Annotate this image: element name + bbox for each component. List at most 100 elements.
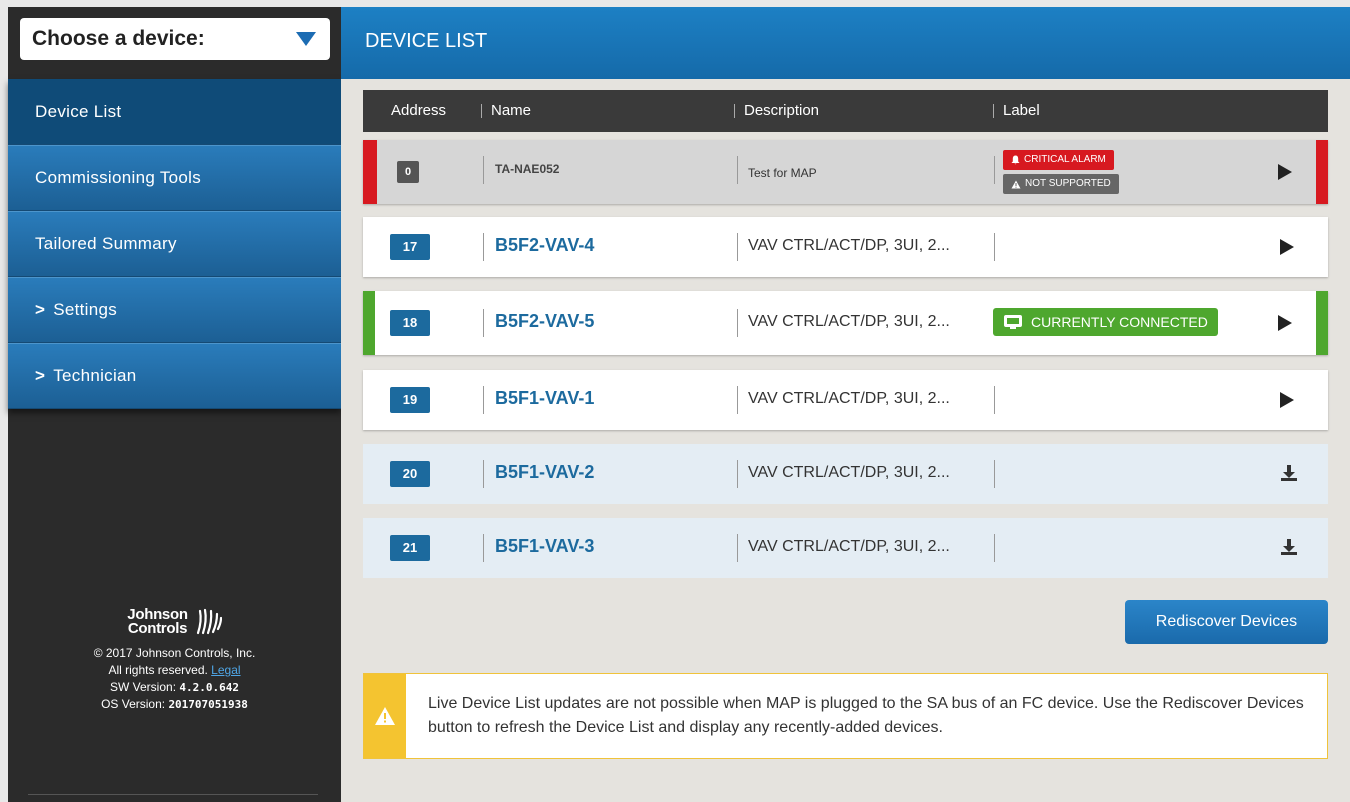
- sidebar-item-label: Settings: [53, 300, 118, 319]
- sidebar-item-label: Commissioning Tools: [35, 168, 202, 187]
- device-name[interactable]: B5F1-VAV-2: [495, 462, 594, 483]
- connected-edge: [1316, 291, 1328, 355]
- device-select[interactable]: Choose a device:: [20, 18, 330, 60]
- column-divider: [994, 386, 995, 414]
- legal-link[interactable]: Legal: [211, 663, 240, 677]
- sidebar-item-label: Technician: [53, 366, 137, 385]
- device-description: VAV CTRL/ACT/DP, 3UI, 2...: [748, 390, 950, 407]
- table-row[interactable]: 21 B5F1-VAV-3 VAV CTRL/ACT/DP, 3UI, 2...: [363, 518, 1328, 578]
- column-divider: [994, 156, 995, 184]
- device-description: Test for MAP: [748, 166, 817, 180]
- table-row[interactable]: 19 B5F1-VAV-1 VAV CTRL/ACT/DP, 3UI, 2...: [363, 370, 1328, 430]
- alarm-edge: [1316, 140, 1328, 204]
- sw-version-label: SW Version:: [110, 680, 177, 694]
- critical-alarm-label: CRITICAL ALARM: [1024, 154, 1106, 165]
- download-icon[interactable]: [1280, 464, 1298, 482]
- sidebar-item-device-list[interactable]: Device List: [8, 79, 341, 145]
- device-description: VAV CTRL/ACT/DP, 3UI, 2...: [748, 313, 950, 330]
- play-icon[interactable]: [1278, 164, 1292, 180]
- chevron-right-icon: >: [35, 300, 46, 319]
- column-divider: [737, 534, 738, 562]
- logo-text-line2: Controls: [127, 620, 188, 637]
- play-icon[interactable]: [1280, 239, 1294, 255]
- column-divider: [994, 534, 995, 562]
- company-logo: Johnson Controls: [127, 607, 222, 637]
- column-divider: [483, 534, 484, 562]
- table-header: Address Name Description Label: [363, 90, 1328, 132]
- table-row[interactable]: 17 B5F2-VAV-4 VAV CTRL/ACT/DP, 3UI, 2...: [363, 217, 1328, 277]
- currently-connected-badge: CURRENTLY CONNECTED: [993, 308, 1218, 336]
- play-icon[interactable]: [1278, 315, 1292, 331]
- column-divider: [994, 233, 995, 261]
- main-panel: DEVICE LIST Address Name Description Lab…: [341, 7, 1350, 802]
- column-header-name[interactable]: Name: [480, 102, 531, 119]
- os-version: OS Version: 201707051938: [8, 696, 341, 713]
- column-divider: [483, 233, 484, 261]
- footer-divider: [28, 794, 318, 795]
- column-divider: [737, 309, 738, 337]
- download-icon[interactable]: [1280, 538, 1298, 556]
- device-select-label: Choose a device:: [32, 27, 205, 50]
- device-description: VAV CTRL/ACT/DP, 3UI, 2...: [748, 538, 950, 555]
- critical-alarm-badge: CRITICAL ALARM: [1003, 150, 1114, 170]
- column-divider: [483, 460, 484, 488]
- sidebar-item-tailored-summary[interactable]: Tailored Summary: [8, 211, 341, 277]
- sidebar-item-commissioning-tools[interactable]: Commissioning Tools: [8, 145, 341, 211]
- bell-icon: [1011, 155, 1020, 165]
- os-version-label: OS Version:: [101, 697, 166, 711]
- column-divider: [483, 386, 484, 414]
- device-name[interactable]: B5F1-VAV-3: [495, 536, 594, 557]
- table-row[interactable]: 20 B5F1-VAV-2 VAV CTRL/ACT/DP, 3UI, 2...: [363, 444, 1328, 504]
- sidebar-nav: Device List Commissioning Tools Tailored…: [8, 79, 341, 409]
- rights-line: All rights reserved. Legal: [8, 662, 341, 679]
- column-divider: [994, 460, 995, 488]
- address-badge: 21: [390, 535, 430, 561]
- table-row[interactable]: 0 TA-NAE052 Test for MAP CRITICAL ALARM …: [363, 140, 1328, 204]
- page-header: DEVICE LIST: [341, 7, 1350, 79]
- not-supported-label: NOT SUPPORTED: [1025, 178, 1111, 189]
- sw-version-value: 4.2.0.642: [179, 681, 239, 694]
- address-badge: 18: [390, 310, 430, 336]
- device-name[interactable]: TA-NAE052: [495, 162, 559, 176]
- notice-text: Live Device List updates are not possibl…: [428, 695, 1304, 736]
- rights-text: All rights reserved.: [108, 663, 208, 677]
- alarm-edge: [363, 140, 377, 204]
- warning-icon: [375, 707, 395, 725]
- sidebar-item-label: Device List: [35, 102, 122, 121]
- chevron-right-icon: >: [35, 366, 46, 385]
- currently-connected-label: CURRENTLY CONNECTED: [1031, 314, 1208, 330]
- sidebar-item-settings[interactable]: > Settings: [8, 277, 341, 343]
- device-name[interactable]: B5F2-VAV-5: [495, 311, 594, 332]
- address-badge: 20: [390, 461, 430, 487]
- address-badge: 0: [397, 161, 419, 183]
- johnson-controls-logo-icon: [196, 608, 222, 635]
- sidebar-item-technician[interactable]: > Technician: [8, 343, 341, 409]
- device-description: VAV CTRL/ACT/DP, 3UI, 2...: [748, 237, 950, 254]
- not-supported-badge: NOT SUPPORTED: [1003, 174, 1119, 194]
- os-version-value: 201707051938: [168, 698, 248, 711]
- device-name[interactable]: B5F1-VAV-1: [495, 388, 594, 409]
- sw-version: SW Version: 4.2.0.642: [8, 679, 341, 696]
- chevron-down-icon[interactable]: [296, 32, 316, 46]
- column-header-description[interactable]: Description: [733, 102, 819, 119]
- rediscover-devices-button[interactable]: Rediscover Devices: [1125, 600, 1328, 644]
- connected-edge: [363, 291, 375, 355]
- column-divider: [737, 156, 738, 184]
- warning-icon: [1011, 180, 1021, 188]
- page-title: DEVICE LIST: [365, 30, 488, 52]
- play-icon[interactable]: [1280, 392, 1294, 408]
- info-notice: Live Device List updates are not possibl…: [363, 673, 1328, 759]
- column-divider: [737, 460, 738, 488]
- column-header-label[interactable]: Label: [993, 102, 1040, 119]
- warning-icon-container: [364, 674, 406, 758]
- column-divider: [737, 386, 738, 414]
- copyright-text: © 2017 Johnson Controls, Inc.: [93, 646, 256, 660]
- device-name[interactable]: B5F2-VAV-4: [495, 235, 594, 256]
- column-divider: [737, 233, 738, 261]
- device-description: VAV CTRL/ACT/DP, 3UI, 2...: [748, 464, 950, 481]
- address-badge: 19: [390, 387, 430, 413]
- column-divider: [483, 309, 484, 337]
- table-row[interactable]: 18 B5F2-VAV-5 VAV CTRL/ACT/DP, 3UI, 2...…: [363, 291, 1328, 355]
- monitor-icon: [1004, 315, 1022, 329]
- column-header-address[interactable]: Address: [391, 102, 446, 119]
